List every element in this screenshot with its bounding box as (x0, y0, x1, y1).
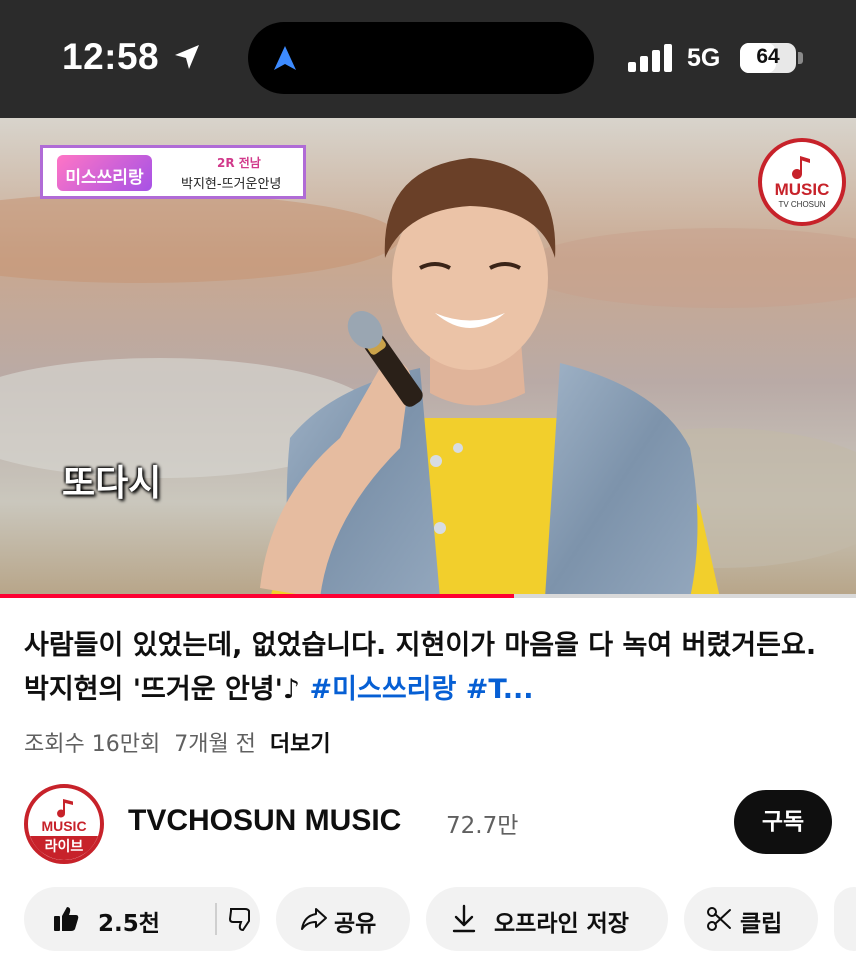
watermark-text: MUSIC (774, 180, 830, 199)
channel-watermark: MUSIC TV CHOSUN (758, 138, 846, 226)
download-button[interactable]: 오프라인 저장 (426, 887, 668, 951)
video-player[interactable]: 미스쓰리랑 2R 전남 박지현-뜨거운안녕 MUSIC TV CHOSUN 또다… (0, 118, 856, 598)
status-bar: 12:58 5G 64 (0, 0, 856, 118)
signal-icon (628, 44, 672, 72)
video-caption: 또다시 (62, 463, 162, 504)
chip-divider (215, 903, 217, 935)
like-dislike-chip: 2.5천 (24, 887, 260, 951)
download-icon (452, 904, 476, 933)
badge-song: 박지현-뜨거운안녕 (181, 177, 282, 192)
hashtag-link[interactable]: #T... (466, 674, 534, 705)
hashtag-link[interactable]: #미스쓰리랑 (310, 674, 457, 705)
badge-round: 2R 전남 (217, 156, 261, 170)
subscribe-button[interactable]: 구독 (734, 790, 832, 854)
program-badge: 미스쓰리랑 2R 전남 박지현-뜨거운안녕 (40, 145, 306, 199)
more-actions-chip[interactable] (834, 887, 856, 951)
more-button[interactable]: 더보기 (270, 732, 331, 757)
like-count[interactable]: 2.5천 (98, 904, 160, 938)
status-time: 12:58 (62, 36, 160, 77)
nav-arrow-icon (274, 46, 296, 70)
subscriber-count: 72.7만 (446, 813, 519, 839)
battery-icon: 64 (740, 43, 796, 73)
channel-name[interactable]: TVCHOSUN MUSIC (128, 804, 401, 838)
clip-button[interactable]: 클립 (684, 887, 818, 951)
share-icon (301, 908, 327, 930)
scissors-icon (707, 907, 731, 931)
video-title[interactable]: 사람들이 있었는데, 없었습니다. 지현이가 마음을 다 녹여 버렸거든요. 박… (24, 624, 824, 712)
avatar-live-text: 라이브 (28, 836, 100, 860)
battery-percent: 64 (756, 45, 780, 68)
clip-label: 클립 (740, 911, 783, 937)
battery-tip (798, 52, 803, 64)
dynamic-island (248, 22, 594, 94)
thumbs-down-icon[interactable] (228, 905, 254, 933)
share-button[interactable]: 공유 (276, 887, 410, 951)
video-progress-fill (0, 594, 514, 598)
channel-avatar[interactable]: MUSIC 라이브 (24, 784, 104, 864)
avatar-music-text: MUSIC (41, 818, 87, 834)
network-type: 5G (687, 44, 721, 72)
video-progress-bar[interactable] (0, 594, 856, 598)
thumbs-up-icon[interactable] (52, 905, 80, 933)
show-logo: 미스쓰리랑 (57, 155, 152, 191)
show-logo-text: 미스쓰리랑 (65, 168, 144, 188)
upload-age: 7개월 전 (174, 732, 256, 757)
watermark-subtext: TV CHOSUN (778, 200, 826, 209)
location-arrow-icon (175, 45, 199, 69)
music-note-icon (57, 799, 73, 818)
share-label: 공유 (334, 911, 377, 937)
view-count: 조회수 16만회 (24, 732, 161, 757)
music-note-icon (792, 156, 810, 179)
download-label: 오프라인 저장 (494, 911, 629, 937)
video-meta[interactable]: 조회수 16만회 7개월 전 더보기 (24, 726, 345, 758)
